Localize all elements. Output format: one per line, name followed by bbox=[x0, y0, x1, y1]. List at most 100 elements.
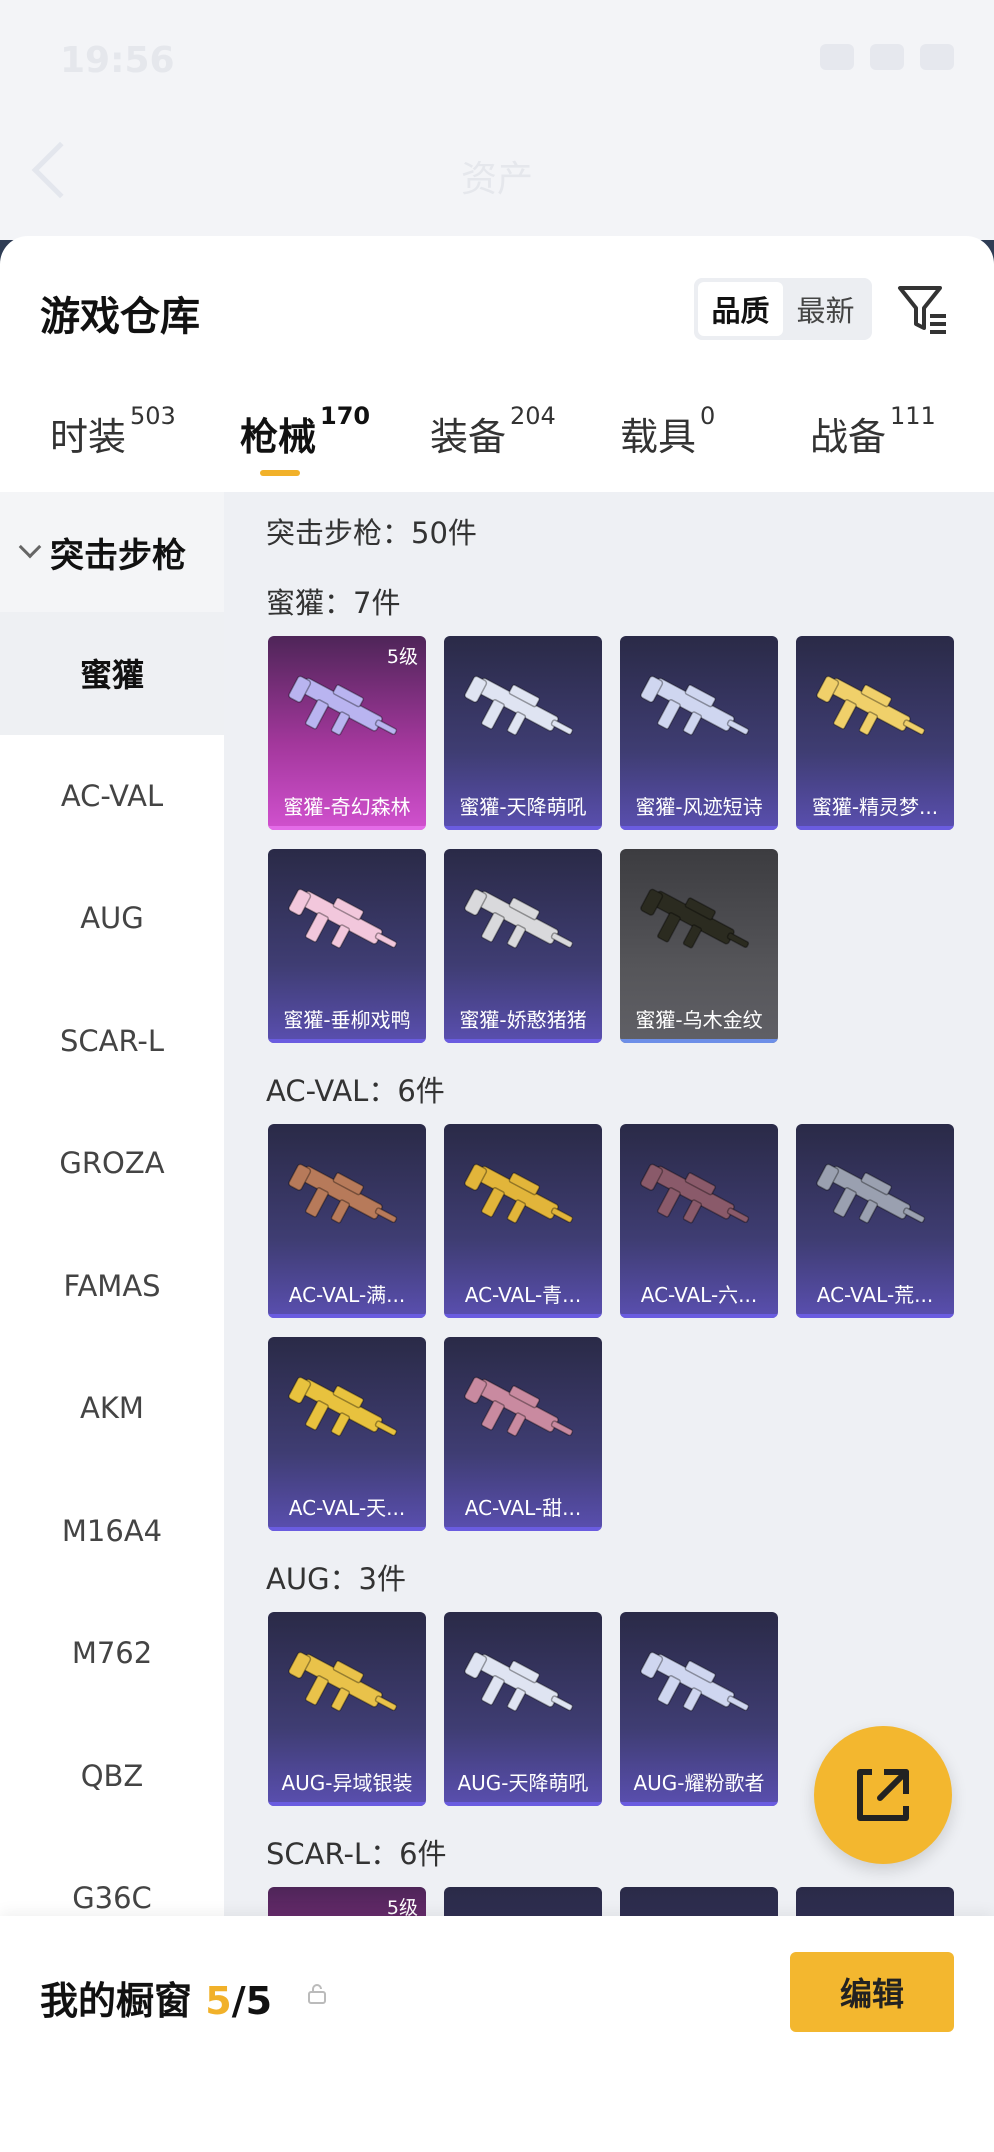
wifi-icon bbox=[870, 44, 904, 70]
bottom-bar: 我的橱窗 5/5 编辑 bbox=[0, 1916, 994, 2152]
sidebar-item[interactable]: M762 bbox=[0, 1592, 224, 1715]
weapon-name: AC-VAL-六... bbox=[640, 1283, 758, 1307]
weapon-name: AC-VAL-荒... bbox=[816, 1283, 934, 1307]
status-icons bbox=[820, 44, 954, 70]
tab-count: 204 bbox=[510, 402, 556, 431]
category-total-label: 突击步枪：50件 bbox=[266, 516, 477, 550]
weapon-card[interactable]: AC-VAL-满... bbox=[268, 1124, 426, 1318]
weapon-card[interactable]: 蜜獾-精灵梦... bbox=[796, 636, 954, 830]
sidebar-item[interactable]: 蜜獾 bbox=[0, 612, 224, 735]
sidebar-item[interactable]: AC-VAL bbox=[0, 735, 224, 858]
tab-equipment[interactable]: 装备 204 bbox=[430, 402, 556, 461]
sheet-title: 游戏仓库 bbox=[40, 294, 200, 340]
weapon-name: AC-VAL-青... bbox=[464, 1283, 582, 1307]
weapon-card[interactable]: AC-VAL-天... bbox=[268, 1337, 426, 1531]
section-title: 蜜獾：7件 bbox=[266, 586, 401, 620]
weapon-card[interactable]: 蜜獾-天降萌吼 bbox=[444, 636, 602, 830]
weapon-name: AC-VAL-满... bbox=[288, 1283, 406, 1307]
weapon-name: AUG-耀粉歌者 bbox=[633, 1771, 765, 1795]
chevron-down-icon bbox=[18, 535, 42, 559]
lock-icon bbox=[308, 1984, 326, 2004]
weapon-image-icon bbox=[640, 888, 750, 949]
sidebar-item[interactable]: AKM bbox=[0, 1347, 224, 1470]
signal-icon bbox=[820, 44, 854, 70]
weapon-card[interactable]: AUG-耀粉歌者 bbox=[620, 1612, 778, 1806]
showcase-total: /5 bbox=[231, 1979, 273, 2023]
share-button[interactable] bbox=[814, 1726, 952, 1864]
weapon-image-icon bbox=[640, 1651, 750, 1712]
weapon-card[interactable]: AC-VAL-六... bbox=[620, 1124, 778, 1318]
weapon-card[interactable]: AC-VAL-荒... bbox=[796, 1124, 954, 1318]
weapon-name: 蜜獾-风迹短诗 bbox=[635, 795, 763, 819]
section-title: AUG：3件 bbox=[266, 1562, 406, 1596]
weapon-image-icon bbox=[288, 675, 398, 736]
weapon-card[interactable]: 5级蜜獾-奇幻森林 bbox=[268, 636, 426, 830]
sidebar-item[interactable]: AUG bbox=[0, 857, 224, 980]
rarity-bar bbox=[268, 1314, 426, 1318]
rarity-bar bbox=[796, 1314, 954, 1318]
sidebar-item[interactable]: GROZA bbox=[0, 1102, 224, 1225]
sort-newest-option[interactable]: 最新 bbox=[783, 282, 868, 336]
nav-title: 资产 bbox=[460, 159, 533, 200]
weapon-card[interactable]: AC-VAL-甜... bbox=[444, 1337, 602, 1531]
weapon-card[interactable]: AUG-天降萌吼 bbox=[444, 1612, 602, 1806]
rarity-bar bbox=[620, 1802, 778, 1806]
edit-button[interactable]: 编辑 bbox=[790, 1952, 954, 2032]
category-tabs: 时装 503 枪械 170 装备 204 载具 0 战备 111 bbox=[0, 402, 994, 486]
rarity-bar bbox=[268, 1802, 426, 1806]
weapon-card[interactable]: AUG-异域银装 bbox=[268, 1612, 426, 1806]
rarity-bar bbox=[444, 1527, 602, 1531]
weapon-card[interactable]: 蜜獾-娇憨猪猪 bbox=[444, 849, 602, 1043]
filter-icon[interactable] bbox=[894, 280, 950, 336]
weapon-image-icon bbox=[288, 888, 398, 949]
weapon-card[interactable]: 蜜獾-乌木金纹 bbox=[620, 849, 778, 1043]
rarity-bar bbox=[444, 1039, 602, 1043]
weapon-image-icon bbox=[288, 1651, 398, 1712]
sidebar-header[interactable]: 突击步枪 bbox=[0, 492, 224, 612]
weapon-image-icon bbox=[640, 1163, 750, 1224]
tab-fashion[interactable]: 时装 503 bbox=[50, 402, 176, 461]
tab-underline bbox=[260, 470, 300, 476]
sidebar-item[interactable]: QBZ bbox=[0, 1715, 224, 1838]
weapon-image-icon bbox=[464, 888, 574, 949]
sort-quality-option[interactable]: 品质 bbox=[698, 282, 783, 336]
weapon-name: 蜜獾-精灵梦... bbox=[811, 795, 939, 819]
weapon-image-icon bbox=[464, 675, 574, 736]
sidebar-item[interactable]: FAMAS bbox=[0, 1225, 224, 1348]
showcase-label: 我的橱窗 bbox=[40, 1979, 193, 2023]
sidebar-item[interactable]: M16A4 bbox=[0, 1470, 224, 1593]
tab-count: 503 bbox=[130, 402, 176, 431]
rarity-bar bbox=[620, 1039, 778, 1043]
level-badge: 5级 bbox=[386, 646, 418, 668]
weapon-image-icon bbox=[464, 1163, 574, 1224]
weapon-card[interactable]: 蜜獾-垂柳戏鸭 bbox=[268, 849, 426, 1043]
sort-toggle: 品质 最新 bbox=[694, 278, 872, 340]
tab-label: 装备 bbox=[430, 415, 507, 459]
tab-label: 战备 bbox=[810, 415, 887, 459]
weapon-card[interactable]: AC-VAL-青... bbox=[444, 1124, 602, 1318]
weapon-name: AUG-天降萌吼 bbox=[457, 1771, 589, 1795]
tab-supplies[interactable]: 战备 111 bbox=[810, 402, 936, 461]
rarity-bar bbox=[620, 1314, 778, 1318]
showcase-current: 5 bbox=[205, 1979, 232, 2023]
section-title: AC-VAL：6件 bbox=[266, 1074, 445, 1108]
weapon-image-icon bbox=[464, 1651, 574, 1712]
weapon-name: AC-VAL-甜... bbox=[464, 1496, 582, 1520]
tab-weapons[interactable]: 枪械 170 bbox=[240, 402, 370, 461]
weapon-name: 蜜獾-乌木金纹 bbox=[635, 1008, 763, 1032]
tab-vehicles[interactable]: 载具 0 bbox=[620, 402, 715, 461]
tab-count: 111 bbox=[890, 402, 936, 431]
weapon-name: AUG-异域银装 bbox=[281, 1771, 413, 1795]
weapon-card[interactable]: 蜜獾-风迹短诗 bbox=[620, 636, 778, 830]
weapon-image-icon bbox=[464, 1376, 574, 1437]
weapon-image-icon bbox=[816, 675, 926, 736]
weapon-type-sidebar: 突击步枪 蜜獾 AC-VAL AUG SCAR-L GROZA FAMAS AKM M16A4… bbox=[0, 492, 224, 2152]
rarity-bar bbox=[268, 1039, 426, 1043]
showcase-title: 我的橱窗 5/5 bbox=[40, 1970, 272, 2025]
weapon-name: AC-VAL-天... bbox=[288, 1496, 406, 1520]
sidebar-item[interactable]: SCAR-L bbox=[0, 980, 224, 1103]
status-time: 19:56 bbox=[60, 40, 175, 81]
weapon-name: 蜜獾-奇幻森林 bbox=[283, 795, 411, 819]
rarity-bar bbox=[268, 1527, 426, 1531]
tab-label: 枪械 bbox=[240, 415, 317, 459]
